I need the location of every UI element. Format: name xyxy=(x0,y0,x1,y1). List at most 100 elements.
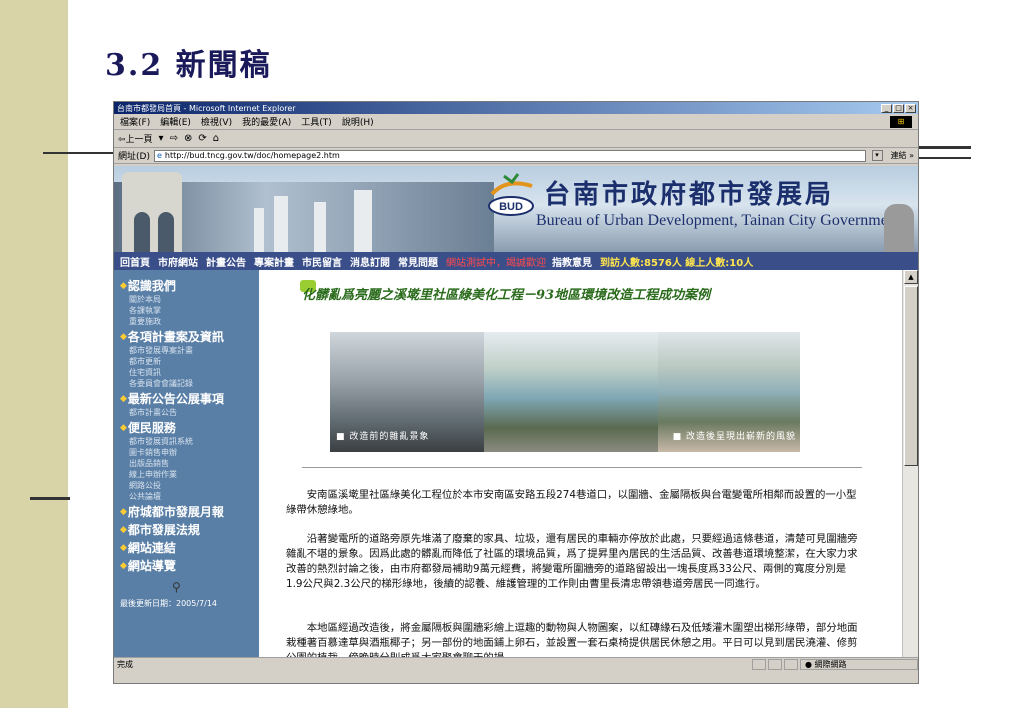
sidebar-item[interactable]: 各委員會會議記錄 xyxy=(120,378,259,389)
menu-tools[interactable]: 工具(T) xyxy=(301,115,332,128)
diamond-icon: ◆ xyxy=(120,280,127,291)
slide-divider-left xyxy=(43,152,113,154)
sidebar-item[interactable]: 公共論壇 xyxy=(120,491,259,502)
article-divider xyxy=(302,467,862,468)
nav-messages[interactable]: 市民留言 xyxy=(302,254,342,269)
dropdown-arrow-icon[interactable]: ▾ xyxy=(159,133,164,144)
sidebar-section-regulations[interactable]: ◆ 都市發展法規 xyxy=(120,521,259,538)
nav-feedback[interactable]: 指教意見 xyxy=(552,254,592,269)
photo-strip: ■ 改造前的雜亂景象 ■ 改造後呈現出嶄新的風貌 xyxy=(330,332,800,452)
sidebar-section-notices[interactable]: ◆ 最新公告公展事項 xyxy=(120,390,259,407)
sidebar-section-label: 網站導覽 xyxy=(127,559,176,573)
banner-arch xyxy=(134,212,150,252)
sidebar-section-links[interactable]: ◆ 網站連結 xyxy=(120,539,259,556)
banner-building xyxy=(354,190,372,252)
article-paragraph: 安南區溪墘里社區綠美化工程位於本市安南區安路五段274巷道口，以圍牆、金屬隔板與… xyxy=(286,489,857,516)
slide-left-band xyxy=(0,0,68,708)
site-sidebar: ◆ 認識我們 關於本局 各課執掌 重要施政 ◆ 各項計畫案及資訊 都市發展專案計畫 … xyxy=(114,270,259,671)
stop-icon[interactable]: ⊗ xyxy=(184,133,192,144)
scroll-up-icon[interactable]: ▲ xyxy=(904,270,918,284)
sidebar-item[interactable]: 網路公投 xyxy=(120,480,259,491)
sidebar-item[interactable]: 都市計畫公告 xyxy=(120,407,259,418)
site-nav: 回首頁 市府網站 計畫公告 專案計畫 市民留言 消息訂閱 常見問題 網站測試中，… xyxy=(114,252,918,270)
close-button[interactable]: × xyxy=(905,103,916,113)
slide-title: 3.2 新聞稿 xyxy=(105,48,272,83)
maximize-button[interactable]: □ xyxy=(893,103,904,113)
sidebar-section-label: 便民服務 xyxy=(127,421,176,435)
forward-icon[interactable]: ⇨ xyxy=(170,133,178,144)
menu-file[interactable]: 檔案(F) xyxy=(120,115,150,128)
banner-building xyxy=(274,196,288,252)
nav-faq[interactable]: 常見問題 xyxy=(398,254,438,269)
sidebar-section-plans[interactable]: ◆ 各項計畫案及資訊 xyxy=(120,328,259,345)
menu-favorites[interactable]: 我的最愛(A) xyxy=(242,115,291,128)
toolbar: ⇦上一頁 ▾ ⇨ ⊗ ⟳ ⌂ xyxy=(114,130,918,148)
bud-logo-icon: BUD xyxy=(488,173,534,216)
slide-divider-right-2 xyxy=(919,157,971,159)
security-zone: ● 網際網路 xyxy=(800,659,918,670)
sidebar-item[interactable]: 圖卡銷售申辦 xyxy=(120,447,259,458)
address-url: http://bud.tncg.gov.tw/doc/homepage2.htm xyxy=(164,151,340,160)
home-icon[interactable]: ⌂ xyxy=(213,133,219,144)
banner-statue xyxy=(884,204,914,252)
sidebar-item[interactable]: 各課執掌 xyxy=(120,305,259,316)
menu-edit[interactable]: 編輯(E) xyxy=(160,115,191,128)
address-dropdown-icon[interactable]: ▾ xyxy=(871,150,883,161)
sidebar-section-services[interactable]: ◆ 便民服務 xyxy=(120,419,259,436)
antenna-icon: ⚲ xyxy=(172,580,181,594)
sidebar-section-sitemap[interactable]: ◆ 網站導覽 xyxy=(120,557,259,574)
menu-bar: 檔案(F) 編輯(E) 檢視(V) 我的最愛(A) 工具(T) 說明(H) ⊞ xyxy=(114,114,918,130)
site-test-notice: 網站測試中，竭誠歡迎 xyxy=(446,257,546,269)
nav-subscribe[interactable]: 消息訂閱 xyxy=(350,254,390,269)
ie-page-icon: e xyxy=(156,151,162,160)
address-label: 網址(D) xyxy=(118,152,150,162)
diamond-icon: ◆ xyxy=(120,506,127,517)
diamond-icon: ◆ xyxy=(120,524,127,535)
sidebar-item[interactable]: 線上申辦作業 xyxy=(120,469,259,480)
zone-label: 網際網路 xyxy=(814,660,847,669)
address-input[interactable]: e http://bud.tncg.gov.tw/doc/homepage2.h… xyxy=(153,149,866,162)
refresh-icon[interactable]: ⟳ xyxy=(198,133,206,144)
vertical-scrollbar[interactable]: ▲ ▼ xyxy=(902,270,918,671)
links-button[interactable]: 連結 » xyxy=(887,150,918,161)
nav-home[interactable]: 回首頁 xyxy=(120,254,150,269)
photo-mural xyxy=(484,332,658,452)
sidebar-section-label: 網站連結 xyxy=(127,541,176,555)
back-button[interactable]: ⇦上一頁 xyxy=(118,132,153,145)
menu-view[interactable]: 檢視(V) xyxy=(201,115,232,128)
diamond-icon: ◆ xyxy=(120,393,127,404)
status-bar: 完成 ● 網際網路 xyxy=(114,657,918,671)
article-paragraph: 沿著變電所的道路旁原先堆滿了廢棄的家具、垃圾，還有居民的車輛亦停放於此處，只要經… xyxy=(286,533,858,590)
nav-announcements[interactable]: 計畫公告 xyxy=(206,254,246,269)
sidebar-item[interactable]: 都市發展資訊系統 xyxy=(120,436,259,447)
globe-icon: ● xyxy=(805,660,815,669)
article-title: 化髒亂爲亮麗之溪墘里社區綠美化工程－93地區環境改造工程成功案例 xyxy=(302,288,711,303)
status-text: 完成 xyxy=(117,660,133,669)
sidebar-section-label: 認識我們 xyxy=(127,279,176,293)
article-panel: 化髒亂爲亮麗之溪墘里社區綠美化工程－93地區環境改造工程成功案例 ■ 改造前的雜… xyxy=(260,270,902,671)
nav-projects[interactable]: 專案計畫 xyxy=(254,254,294,269)
diamond-icon: ◆ xyxy=(120,422,127,433)
browser-title: 台南市都發局首頁 - Microsoft Internet Explorer xyxy=(117,103,296,113)
sidebar-section-label: 各項計畫案及資訊 xyxy=(127,330,224,344)
minimize-button[interactable]: _ xyxy=(881,103,892,113)
sidebar-item[interactable]: 住宅資訊 xyxy=(120,367,259,378)
status-cell xyxy=(752,659,766,670)
sidebar-item[interactable]: 重要施政 xyxy=(120,316,259,327)
sidebar-section-about[interactable]: ◆ 認識我們 xyxy=(120,277,259,294)
site-banner: BUD 台南市政府都市發展局 Bureau of Urban Developme… xyxy=(114,166,918,252)
slide-divider-right xyxy=(919,146,971,149)
sidebar-section-label: 府城都市發展月報 xyxy=(127,505,224,519)
sidebar-item[interactable]: 出版品銷售 xyxy=(120,458,259,469)
logo-text: BUD xyxy=(499,201,523,213)
banner-building xyxy=(314,202,326,252)
sidebar-item[interactable]: 都市發展專案計畫 xyxy=(120,345,259,356)
sidebar-item[interactable]: 都市更新 xyxy=(120,356,259,367)
sidebar-item[interactable]: 關於本局 xyxy=(120,294,259,305)
status-cell xyxy=(784,659,798,670)
nav-city-site[interactable]: 市府網站 xyxy=(158,254,198,269)
last-updated: 最後更新日期：2005/7/14 xyxy=(120,599,218,608)
sidebar-section-monthly[interactable]: ◆ 府城都市發展月報 xyxy=(120,503,259,520)
scroll-thumb[interactable] xyxy=(904,286,918,466)
menu-help[interactable]: 說明(H) xyxy=(342,115,374,128)
